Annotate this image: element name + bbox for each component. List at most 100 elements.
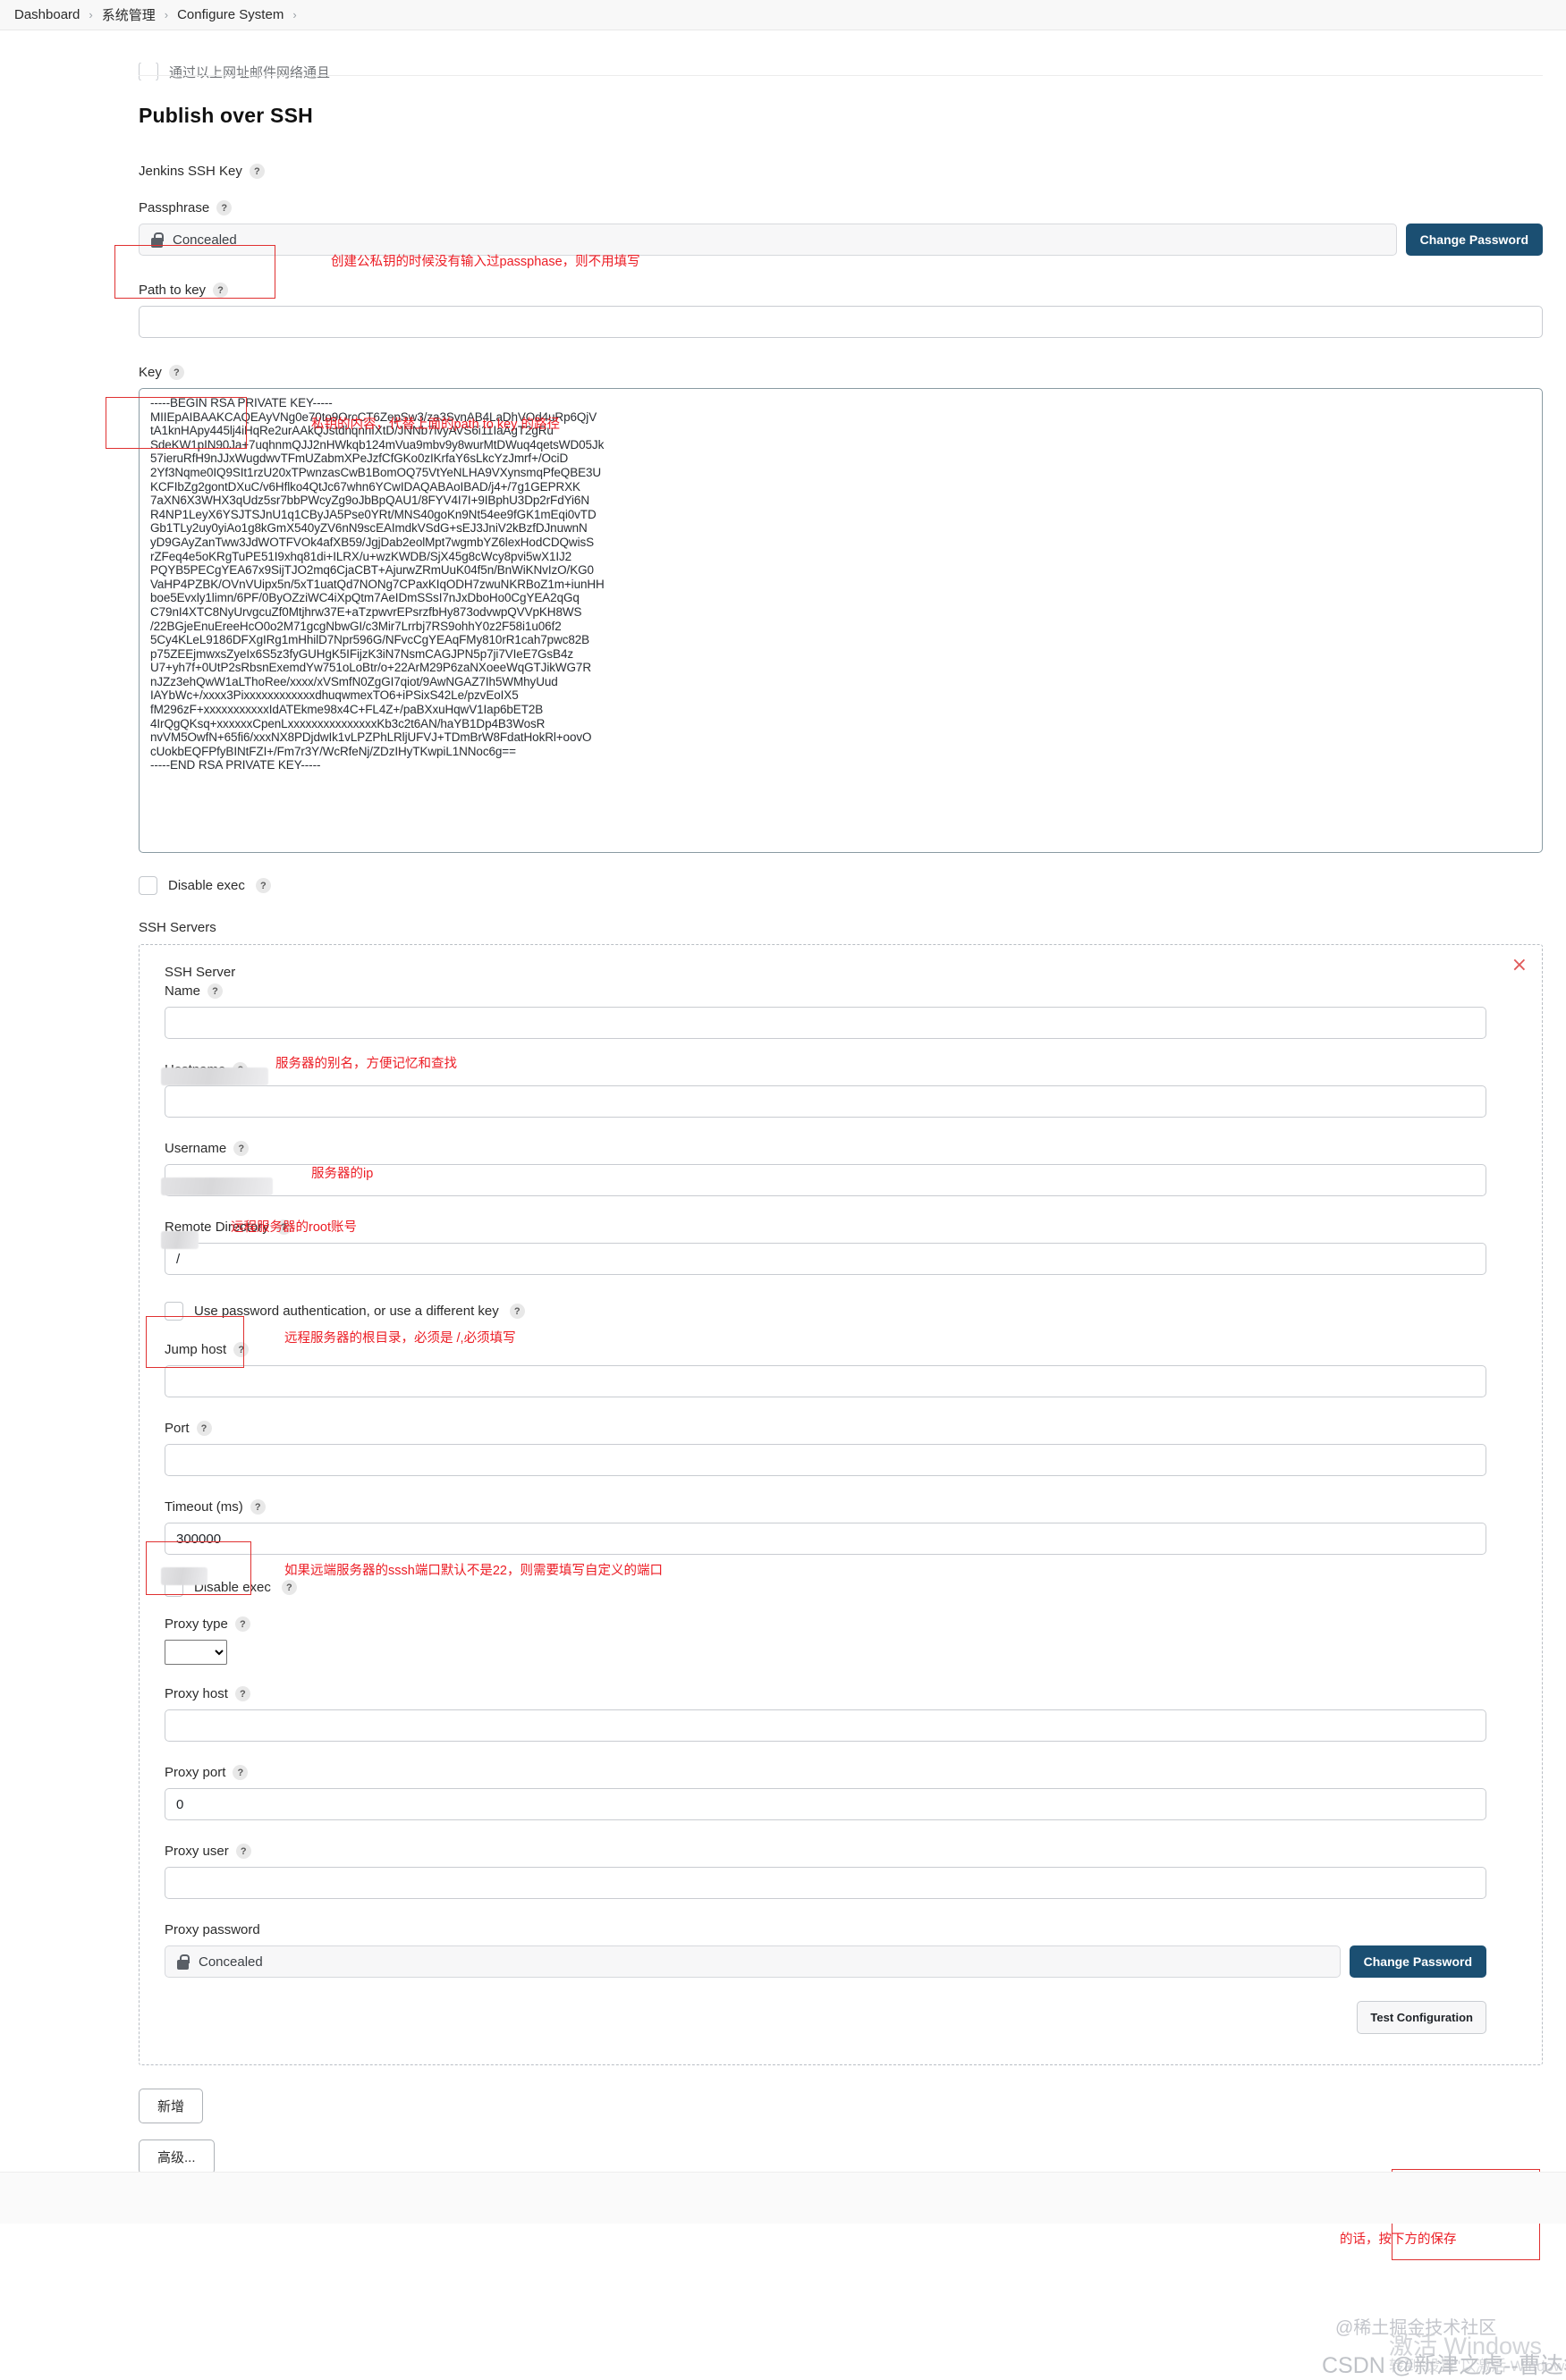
- field-proxy-port: Proxy port ?: [165, 1765, 1517, 1820]
- proxy-user-label: Proxy user ?: [165, 1844, 1517, 1859]
- add-button[interactable]: 新增: [139, 2089, 204, 2123]
- use-password-auth-row: Use password authentication, or use a di…: [165, 1302, 1517, 1321]
- proxy-host-label-text: Proxy host: [165, 1686, 228, 1701]
- proxy-type-select[interactable]: [165, 1640, 227, 1665]
- help-icon[interactable]: ?: [509, 1304, 525, 1319]
- field-jump-host: Jump host ?: [165, 1342, 1517, 1397]
- breadcrumb-item-dashboard[interactable]: Dashboard: [14, 7, 80, 22]
- username-label: Username ?: [165, 1141, 1517, 1156]
- passphrase-label-text: Passphrase: [139, 200, 210, 215]
- proxy-user-input[interactable]: [165, 1867, 1486, 1899]
- passphrase-concealed-field[interactable]: Concealed: [139, 224, 1397, 256]
- port-input[interactable]: [165, 1444, 1486, 1476]
- help-icon[interactable]: ?: [249, 164, 265, 179]
- help-icon[interactable]: ?: [207, 983, 224, 999]
- proxy-password-row: Concealed Change Password: [165, 1945, 1486, 1978]
- path-to-key-label: Path to key ?: [139, 283, 1566, 298]
- chevron-right-icon: ›: [164, 8, 169, 21]
- proxy-port-input[interactable]: [165, 1788, 1486, 1820]
- server-name-input[interactable]: [165, 1007, 1486, 1039]
- help-icon[interactable]: ?: [235, 1844, 251, 1859]
- add-button-row: 新增: [139, 2089, 1566, 2123]
- breadcrumb-item-configure-system[interactable]: Configure System: [177, 7, 284, 22]
- jenkins-ssh-key-label-text: Jenkins SSH Key: [139, 164, 242, 179]
- proxy-password-concealed-field[interactable]: Concealed: [165, 1945, 1341, 1978]
- field-key: Key ? -----BEGIN RSA PRIVATE KEY----- MI…: [139, 365, 1566, 853]
- remote-directory-label: Remote Directory ?: [165, 1220, 1517, 1235]
- jump-host-input[interactable]: [165, 1365, 1486, 1397]
- use-password-auth-checkbox[interactable]: [165, 1302, 183, 1321]
- advanced-button[interactable]: 高级...: [139, 2139, 215, 2174]
- proxy-host-input[interactable]: [165, 1709, 1486, 1742]
- help-icon[interactable]: ?: [233, 1141, 250, 1156]
- annotation-test-configuration-line2: 的话，按下方的保存: [1340, 2232, 1457, 2247]
- help-icon[interactable]: ?: [196, 1421, 212, 1436]
- help-icon[interactable]: ?: [213, 283, 229, 298]
- publish-over-ssh-section: Publish over SSH Jenkins SSH Key ? Passp…: [0, 30, 1566, 2224]
- annotation-username: 远程服务器的root账号: [231, 1220, 357, 1235]
- hostname-input[interactable]: [165, 1085, 1486, 1118]
- proxy-port-label: Proxy port ?: [165, 1765, 1517, 1780]
- help-icon[interactable]: ?: [233, 1342, 250, 1357]
- key-label: Key ?: [139, 365, 1566, 380]
- chevron-right-icon: ›: [292, 8, 297, 21]
- path-to-key-label-text: Path to key: [139, 283, 207, 298]
- proxy-user-label-text: Proxy user: [165, 1844, 229, 1859]
- help-icon[interactable]: ?: [234, 1616, 250, 1632]
- partial-checkbox[interactable]: [139, 63, 158, 80]
- watermark-juejin: @稀土掘金技术社区: [1335, 2318, 1497, 2338]
- proxy-port-label-text: Proxy port: [165, 1765, 226, 1780]
- server-name-label: Name ?: [165, 983, 1517, 999]
- chevron-right-icon: ›: [89, 8, 93, 21]
- field-path-to-key: Path to key ?: [139, 283, 1566, 338]
- help-icon[interactable]: ?: [233, 1765, 249, 1780]
- private-key-textarea[interactable]: -----BEGIN RSA PRIVATE KEY----- MIIEpAIB…: [139, 388, 1543, 853]
- help-icon[interactable]: ?: [250, 1499, 266, 1515]
- proxy-type-label: Proxy type ?: [165, 1616, 1517, 1632]
- username-label-text: Username: [165, 1141, 227, 1156]
- watermark-csdn: CSDN @新津之虎--曹达华: [1322, 2353, 1566, 2378]
- path-to-key-input[interactable]: [139, 306, 1543, 338]
- timeout-input[interactable]: [165, 1523, 1486, 1555]
- field-jenkins-ssh-key: Jenkins SSH Key ?: [139, 164, 1566, 179]
- jenkins-ssh-key-label: Jenkins SSH Key ?: [139, 164, 1566, 179]
- breadcrumb-item-system-management[interactable]: 系统管理: [102, 5, 156, 24]
- field-proxy-password: Proxy password Concealed Change Password: [165, 1922, 1517, 1978]
- redacted-hostname: [161, 1177, 273, 1195]
- field-proxy-host: Proxy host ?: [165, 1686, 1517, 1742]
- redacted-port: [161, 1567, 207, 1585]
- field-proxy-type: Proxy type ?: [165, 1616, 1517, 1665]
- change-password-button[interactable]: Change Password: [1405, 224, 1543, 256]
- partial-checkbox-row: 通过以上网址邮件网络通且: [139, 63, 330, 80]
- annotation-port: 如果远端服务器的sssh端口默认不是22，则需要填写自定义的端口: [284, 1564, 663, 1578]
- field-remote-directory: Remote Directory ?: [165, 1220, 1517, 1275]
- field-server-name: Name ?: [165, 983, 1517, 1039]
- passphrase-value: Concealed: [173, 232, 237, 248]
- close-icon[interactable]: ×: [1511, 956, 1528, 975]
- field-proxy-user: Proxy user ?: [165, 1844, 1517, 1899]
- proxy-password-value: Concealed: [199, 1954, 263, 1970]
- breadcrumb: Dashboard › 系统管理 › Configure System ›: [0, 0, 1566, 30]
- disable-exec-checkbox-top[interactable]: [139, 876, 157, 895]
- passphrase-label: Passphrase ?: [139, 200, 1566, 215]
- test-configuration-row: Test Configuration: [165, 2001, 1486, 2034]
- lock-icon: [176, 1954, 190, 1970]
- timeout-label: Timeout (ms) ?: [165, 1499, 1517, 1515]
- key-label-text: Key: [139, 365, 162, 380]
- annotation-hostname: 服务器的ip: [311, 1167, 374, 1181]
- remote-directory-input[interactable]: [165, 1243, 1486, 1275]
- field-timeout: Timeout (ms) ?: [165, 1499, 1517, 1555]
- disable-exec-label-top: Disable exec: [168, 878, 245, 893]
- proxy-change-password-button[interactable]: Change Password: [1349, 1945, 1486, 1978]
- help-icon[interactable]: ?: [216, 200, 233, 215]
- help-icon[interactable]: ?: [234, 1686, 250, 1701]
- page-title: Publish over SSH: [139, 104, 313, 127]
- disable-exec-row-top: Disable exec ?: [139, 876, 1566, 895]
- test-configuration-button[interactable]: Test Configuration: [1357, 2001, 1486, 2034]
- field-passphrase: Passphrase ? Concealed Change Password: [139, 200, 1566, 256]
- help-icon[interactable]: ?: [281, 1580, 297, 1595]
- help-icon[interactable]: ?: [255, 878, 271, 893]
- help-icon[interactable]: ?: [168, 365, 184, 380]
- port-label: Port ?: [165, 1421, 1517, 1436]
- proxy-host-label: Proxy host ?: [165, 1686, 1517, 1701]
